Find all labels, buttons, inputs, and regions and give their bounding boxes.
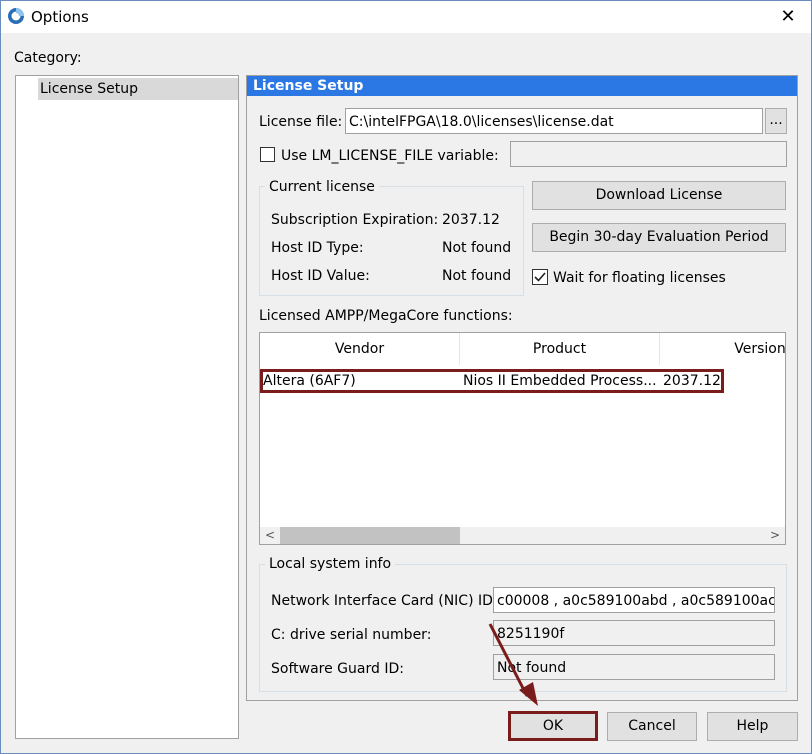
use-lm-checkbox[interactable] xyxy=(260,147,275,162)
help-button[interactable]: Help xyxy=(707,712,798,741)
app-icon xyxy=(8,8,24,24)
download-license-button[interactable]: Download License xyxy=(532,181,786,210)
browse-button[interactable]: ... xyxy=(765,108,787,134)
options-dialog: Options ✕ Category: License Setup Licens… xyxy=(0,0,812,754)
category-list[interactable]: License Setup xyxy=(15,75,239,739)
floating-licenses-label: Wait for floating licenses xyxy=(553,270,726,286)
subscription-expiration-label: Subscription Expiration: xyxy=(271,212,439,228)
panel-header: License Setup xyxy=(247,76,797,96)
drive-serial-field[interactable]: 8251190f xyxy=(493,620,775,646)
software-guard-field[interactable]: Not found xyxy=(493,654,775,680)
license-file-label: License file: xyxy=(259,114,343,130)
floating-licenses-checkbox[interactable] xyxy=(532,269,548,285)
subscription-expiration-value: 2037.12 xyxy=(442,212,500,228)
close-button[interactable]: ✕ xyxy=(765,1,811,33)
checkmark-icon xyxy=(534,272,546,282)
host-id-type-label: Host ID Type: xyxy=(271,240,364,256)
lm-variable-field[interactable] xyxy=(510,141,787,167)
software-guard-label: Software Guard ID: xyxy=(271,661,404,677)
nic-label: Network Interface Card (NIC) ID: xyxy=(271,593,498,609)
functions-label: Licensed AMPP/MegaCore functions: xyxy=(259,308,513,324)
window-title: Options xyxy=(31,8,89,26)
title-bar: Options ✕ xyxy=(1,1,811,33)
license-setup-panel: License Setup License file: C:\intelFPGA… xyxy=(246,75,798,701)
current-license-title: Current license xyxy=(265,179,379,195)
close-icon: ✕ xyxy=(780,6,796,27)
scroll-right-icon[interactable]: > xyxy=(765,527,785,544)
column-header-vendor[interactable]: Vendor xyxy=(260,333,460,365)
nic-field[interactable]: c00008 , a0c589100abd , a0c589100ac1 xyxy=(493,587,775,613)
host-id-value-value: Not found xyxy=(442,268,512,284)
functions-table[interactable]: Vendor Product Version Altera (6AF7) Nio… xyxy=(259,332,786,545)
scroll-left-icon[interactable]: < xyxy=(260,527,280,544)
local-system-info-title: Local system info xyxy=(265,556,396,572)
evaluation-period-button[interactable]: Begin 30-day Evaluation Period xyxy=(532,223,786,252)
column-header-product[interactable]: Product xyxy=(460,333,660,365)
host-id-type-value: Not found xyxy=(442,240,512,256)
scroll-thumb[interactable] xyxy=(280,527,460,544)
horizontal-scrollbar[interactable]: < > xyxy=(260,527,785,544)
license-file-input[interactable]: C:\intelFPGA\18.0\licenses\license.dat xyxy=(345,108,763,134)
use-lm-label: Use LM_LICENSE_FILE variable: xyxy=(281,148,499,164)
column-header-version[interactable]: Version xyxy=(660,333,785,365)
category-label: Category: xyxy=(14,50,82,66)
ok-highlight-box xyxy=(508,711,598,741)
drive-serial-label: C: drive serial number: xyxy=(271,627,432,643)
cancel-button[interactable]: Cancel xyxy=(607,712,697,741)
category-item-license-setup[interactable]: License Setup xyxy=(38,78,238,100)
row-highlight-box xyxy=(260,369,724,393)
host-id-value-label: Host ID Value: xyxy=(271,268,370,284)
